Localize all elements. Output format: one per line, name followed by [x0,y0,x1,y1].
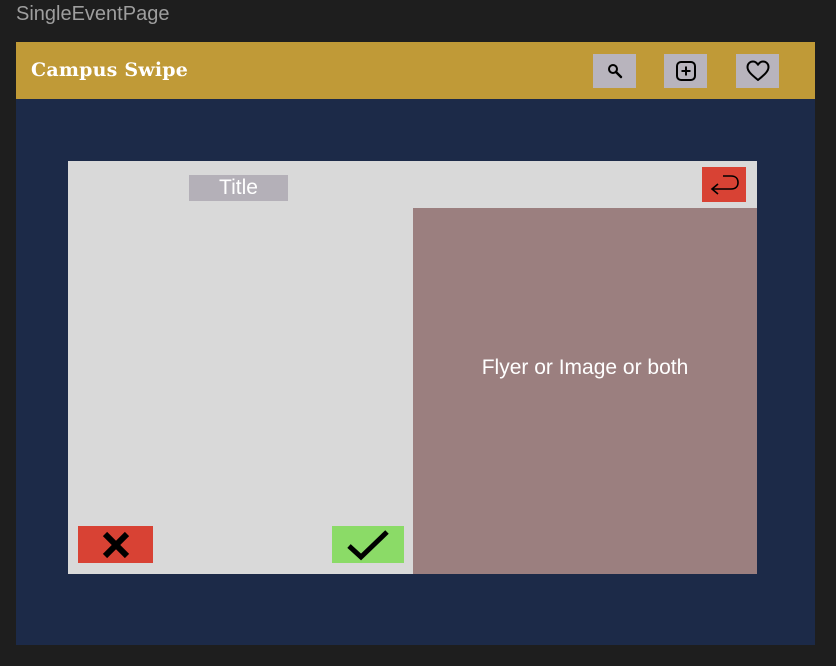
heart-icon [746,60,769,81]
canvas: SingleEventPage Campus Swipe Title Flyer… [0,0,836,666]
x-icon [102,531,129,558]
event-card: Title Flyer or Image or both [68,161,757,574]
accept-button[interactable] [332,526,404,563]
event-media-placeholder: Flyer or Image or both [413,208,757,574]
media-placeholder-text: Flyer or Image or both [481,356,689,379]
return-arrow-icon [710,174,739,195]
back-button[interactable] [702,167,746,202]
search-icon [607,64,622,79]
add-icon [675,61,696,81]
add-event-button[interactable] [664,54,707,88]
reject-button[interactable] [78,526,153,563]
app-screen: Campus Swipe Title Flyer or Image or bot… [16,42,815,645]
frame-label: SingleEventPage [16,3,170,25]
event-title: Title [189,175,288,201]
favorites-button[interactable] [736,54,779,88]
brand-title: Campus Swipe [31,59,189,81]
checkmark-icon [347,529,389,560]
app-header: Campus Swipe [16,42,815,99]
search-button[interactable] [593,54,636,88]
